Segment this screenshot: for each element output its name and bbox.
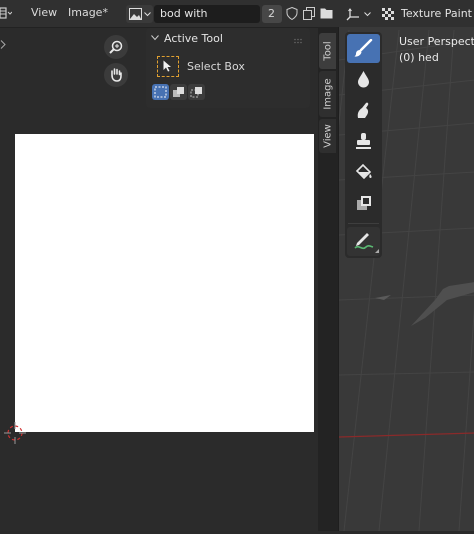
- paint-bucket-icon: [355, 163, 372, 180]
- image-editor-header: View Image* bod with 2: [0, 0, 338, 28]
- draw-brush-tool-button[interactable]: [347, 34, 380, 63]
- fake-user-shield-icon[interactable]: [286, 7, 298, 20]
- users-count-button[interactable]: 2: [262, 5, 282, 23]
- active-tool-name: Select Box: [187, 60, 245, 73]
- panel-title[interactable]: Active Tool: [164, 32, 223, 45]
- pan-button[interactable]: [104, 63, 128, 87]
- brush-icon: [354, 39, 373, 57]
- sidebar-tabs: Tool Image View: [318, 27, 338, 531]
- users-count-text: 2: [268, 7, 275, 20]
- editor-type-icon[interactable]: [0, 7, 13, 22]
- annotate-tool-button[interactable]: [347, 227, 380, 256]
- panel-drag-handle[interactable]: [294, 34, 304, 44]
- annotate-pen-icon: [354, 233, 374, 250]
- region-toggle-arrow-icon[interactable]: [0, 40, 7, 49]
- cursor-arrow-icon: [163, 60, 171, 72]
- tab-tool[interactable]: Tool: [319, 33, 336, 69]
- viewport-header: Texture Paint: [338, 0, 474, 27]
- open-folder-icon[interactable]: [320, 7, 333, 19]
- 2d-cursor-icon[interactable]: [4, 422, 26, 444]
- tool-shelf: [345, 32, 382, 258]
- tab-view[interactable]: View: [319, 119, 336, 153]
- zoom-magnifier-icon: [109, 40, 123, 54]
- panel-collapse-chevron-icon[interactable]: [151, 35, 159, 41]
- transform-axes-icon: [346, 8, 359, 21]
- tab-view-label: View: [322, 124, 333, 148]
- chevron-down-icon: [364, 12, 371, 17]
- active-tool-panel: Active Tool Select Box: [146, 28, 310, 108]
- tab-image-label: Image: [322, 78, 333, 110]
- toolbar-divider: [348, 223, 379, 224]
- mode-extend-icon: [173, 87, 184, 97]
- menu-image[interactable]: Image*: [68, 6, 108, 19]
- mask-icon: [357, 196, 371, 210]
- image-name-field[interactable]: bod with: [154, 5, 260, 23]
- mode-subtract-icon: [190, 87, 202, 98]
- image-name-text: bod with: [160, 7, 208, 20]
- mode-set-icon: [154, 86, 167, 98]
- image-icon: [129, 8, 142, 20]
- select-mode-extend-button[interactable]: [170, 84, 187, 100]
- mask-tool-button[interactable]: [347, 189, 380, 218]
- object-interaction-menu-button[interactable]: [344, 5, 374, 23]
- image-canvas[interactable]: [15, 134, 314, 432]
- clone-tool-button[interactable]: [347, 127, 380, 156]
- texture-paint-checker-icon: [382, 8, 394, 20]
- stamp-icon: [356, 133, 371, 149]
- drag-grip-icon: [294, 38, 302, 44]
- select-mode-subtract-button[interactable]: [188, 84, 205, 100]
- fill-tool-button[interactable]: [347, 158, 380, 187]
- droplet-icon: [358, 71, 369, 88]
- smear-finger-icon: [357, 102, 369, 118]
- viewport-object-label: (0) hed: [399, 51, 439, 64]
- duplicate-image-icon[interactable]: [303, 7, 315, 20]
- select-box-tool-icon[interactable]: [157, 56, 179, 77]
- mode-selector[interactable]: Texture Paint: [378, 5, 474, 23]
- smear-tool-button[interactable]: [347, 96, 380, 125]
- image-browse-button[interactable]: [126, 5, 153, 23]
- hand-icon: [111, 68, 122, 82]
- subtool-corner-icon: [375, 249, 379, 253]
- tab-tool-label: Tool: [322, 41, 333, 61]
- mode-label: Texture Paint: [401, 7, 472, 20]
- select-mode-set-button[interactable]: [152, 84, 169, 100]
- zoom-button[interactable]: [104, 35, 128, 59]
- chevron-down-icon: [144, 12, 151, 17]
- soften-tool-button[interactable]: [347, 65, 380, 94]
- menu-view[interactable]: View: [31, 6, 57, 19]
- viewport-perspective-label: User Perspective: [399, 35, 474, 48]
- tab-image[interactable]: Image: [319, 71, 336, 117]
